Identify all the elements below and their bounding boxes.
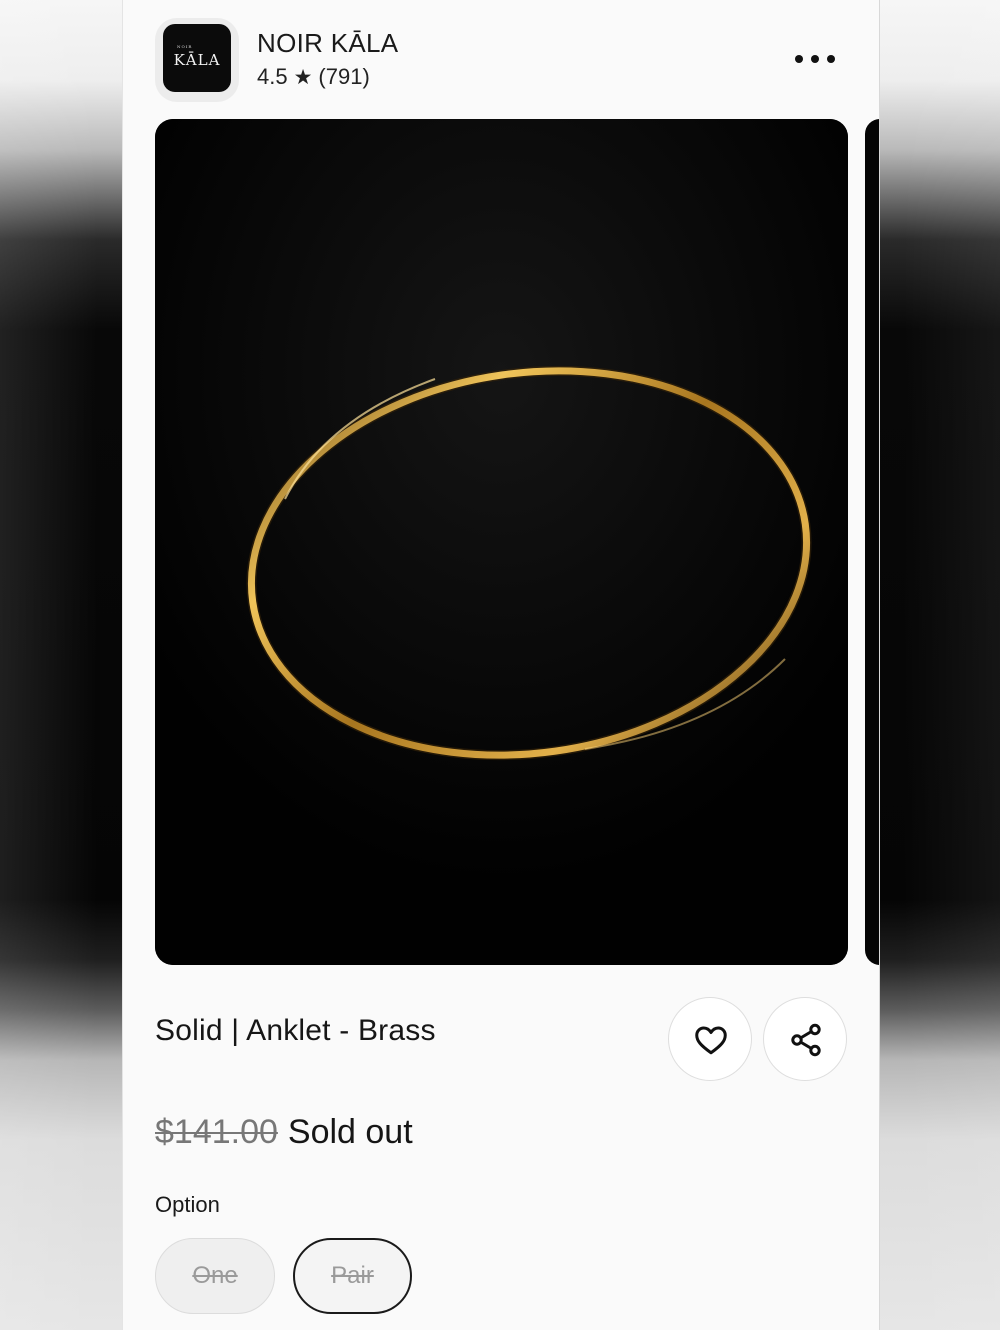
- share-icon: [791, 1023, 821, 1057]
- product-image[interactable]: [155, 119, 848, 965]
- product-title: Solid | Anklet - Brass: [155, 1014, 436, 1047]
- stock-status: Sold out: [287, 1113, 413, 1151]
- shop-rating[interactable]: 4.5 ★ (791): [257, 64, 376, 90]
- shop-name[interactable]: NOIR KĀLA: [257, 28, 398, 59]
- option-label: Option: [155, 1192, 220, 1217]
- share-button[interactable]: [763, 997, 847, 1081]
- option-one-button[interactable]: One: [155, 1238, 275, 1314]
- more-horizontal-icon: [795, 55, 803, 63]
- original-price: $141.00: [155, 1113, 278, 1151]
- option-pair-label: Pair: [331, 1262, 374, 1289]
- review-count: (791): [318, 64, 370, 89]
- option-one-label: One: [192, 1262, 238, 1289]
- star-icon: ★: [293, 66, 313, 89]
- favorite-button[interactable]: [668, 997, 752, 1081]
- more-horizontal-icon: [827, 55, 835, 63]
- option-pair-button[interactable]: Pair: [293, 1238, 412, 1314]
- anklet-photo: [155, 119, 848, 965]
- heart-icon: [695, 1026, 727, 1055]
- app-screen: NOIR KĀLA NOIR KĀLA 4.5 ★ (791) Solid | …: [122, 0, 880, 1330]
- rating-value: 4.5: [257, 64, 288, 89]
- shop-logo: NOIR KĀLA: [163, 24, 231, 92]
- price-row: $141.00 Sold out: [155, 1113, 413, 1152]
- next-product-image-peek[interactable]: [865, 119, 879, 965]
- more-horizontal-icon: [811, 55, 819, 63]
- shop-avatar[interactable]: NOIR KĀLA: [155, 18, 239, 102]
- logo-main-text: KĀLA: [173, 51, 221, 69]
- more-options-button[interactable]: [783, 40, 847, 80]
- shop-header: NOIR KĀLA NOIR KĀLA 4.5 ★ (791): [123, 0, 879, 110]
- logo-small-text: NOIR: [177, 44, 193, 49]
